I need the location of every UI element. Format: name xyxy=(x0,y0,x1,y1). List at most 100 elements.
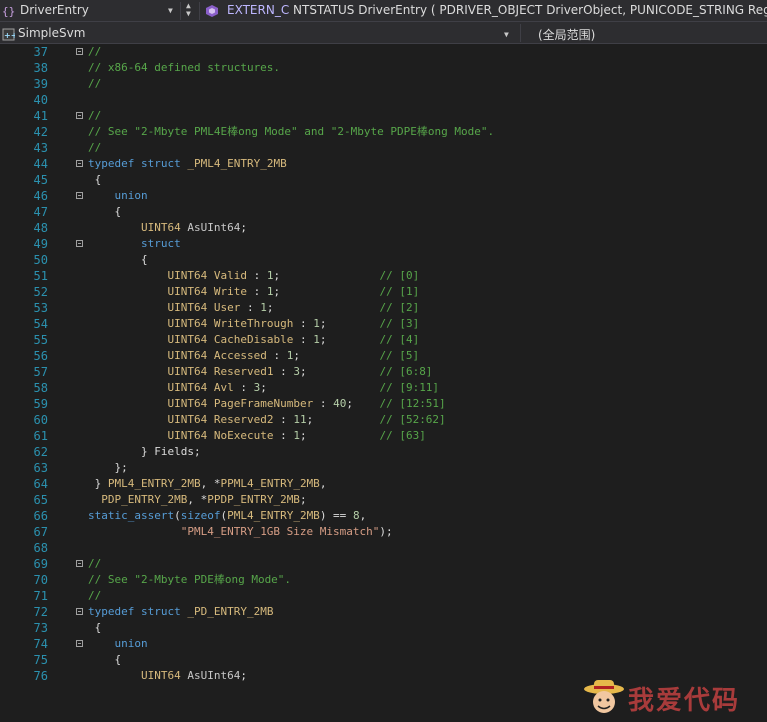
code-line[interactable]: 48 UINT64 AsUInt64; xyxy=(0,220,767,236)
code-line[interactable]: 51 UINT64 Valid : 1; // [0] xyxy=(0,268,767,284)
project-dropdown[interactable]: SimpleSvm xyxy=(18,26,85,40)
line-number: 76 xyxy=(33,669,48,683)
code-line[interactable]: 59 UINT64 PageFrameNumber : 40; // [12:5… xyxy=(0,396,767,412)
code-text: union xyxy=(114,189,148,202)
line-number: 75 xyxy=(33,653,48,667)
code-line[interactable]: 61 UINT64 NoExecute : 1; // [63] xyxy=(0,428,767,444)
code-line[interactable]: 53 UINT64 User : 1; // [2] xyxy=(0,300,767,316)
code-line[interactable]: 47 { xyxy=(0,204,767,220)
code-line[interactable]: 67 "PML4_ENTRY_1GB Size Mismatch"); xyxy=(0,524,767,540)
line-number: 69 xyxy=(33,557,48,571)
code-line[interactable]: 63 }; xyxy=(0,460,767,476)
line-number: 59 xyxy=(33,397,48,411)
code-line[interactable]: 43 // xyxy=(0,140,767,156)
code-line[interactable]: 55 UINT64 CacheDisable : 1; // [4] xyxy=(0,332,767,348)
code-line[interactable]: 46 union xyxy=(0,188,767,204)
code-line[interactable]: 57 UINT64 Reserved1 : 3; // [6:8] xyxy=(0,364,767,380)
collapse-icon[interactable] xyxy=(76,112,83,119)
code-line[interactable]: 42 // See "2-Mbyte PML4E棒ong Mode" and "2… xyxy=(0,124,767,140)
code-line[interactable]: 73 { xyxy=(0,620,767,636)
code-line[interactable]: 50 { xyxy=(0,252,767,268)
code-line[interactable]: 45 { xyxy=(0,172,767,188)
project-bar: ++ SimpleSvm ▼ (全局范围) xyxy=(0,22,767,44)
code-line[interactable]: 40 xyxy=(0,92,767,108)
collapse-icon[interactable] xyxy=(76,240,83,247)
code-line[interactable]: 44 typedef struct _PML4_ENTRY_2MB xyxy=(0,156,767,172)
line-number: 58 xyxy=(33,381,48,395)
code-line[interactable]: 58 UINT64 Avl : 3; // [9:11] xyxy=(0,380,767,396)
code-text: // xyxy=(88,77,102,90)
line-number: 74 xyxy=(33,637,48,651)
code-text: UINT64 Valid : 1; // [0] xyxy=(167,269,420,282)
line-number: 64 xyxy=(33,477,48,491)
line-number: 46 xyxy=(33,189,48,203)
project-dropdown-arrow[interactable]: ▼ xyxy=(504,30,509,39)
code-line[interactable]: 54 UINT64 WriteThrough : 1; // [3] xyxy=(0,316,767,332)
scroll-up-down-icon[interactable]: ▲ ▼ xyxy=(186,2,191,18)
code-text: UINT64 Reserved1 : 3; // [6:8] xyxy=(167,365,433,378)
code-line[interactable]: 62 } Fields; xyxy=(0,444,767,460)
code-text: UINT64 NoExecute : 1; // [63] xyxy=(167,429,426,442)
line-number: 71 xyxy=(33,589,48,603)
signature-macro: EXTERN_C xyxy=(227,3,290,17)
line-number: 72 xyxy=(33,605,48,619)
code-line[interactable]: 39 // xyxy=(0,76,767,92)
code-line[interactable]: 69 // xyxy=(0,556,767,572)
code-line[interactable]: 41 // xyxy=(0,108,767,124)
code-line[interactable]: 74 union xyxy=(0,636,767,652)
line-number: 41 xyxy=(33,109,48,123)
code-line[interactable]: 66 static_assert(sizeof(PML4_ENTRY_2MB) =… xyxy=(0,508,767,524)
code-line[interactable]: 49 struct xyxy=(0,236,767,252)
scope-dropdown[interactable]: DriverEntry xyxy=(20,3,89,17)
collapse-icon[interactable] xyxy=(76,160,83,167)
code-text: UINT64 Avl : 3; // [9:11] xyxy=(167,381,440,394)
line-number: 49 xyxy=(33,237,48,251)
code-text: UINT64 WriteThrough : 1; // [3] xyxy=(167,317,420,330)
collapse-icon[interactable] xyxy=(76,640,83,647)
code-text: typedef struct _PD_ENTRY_2MB xyxy=(88,605,274,618)
signature-return-type: NTSTATUS xyxy=(293,3,355,17)
code-line[interactable]: 37 // xyxy=(0,44,767,60)
code-line[interactable]: 71 // xyxy=(0,588,767,604)
line-number: 45 xyxy=(33,173,48,187)
code-text: UINT64 AsUInt64; xyxy=(140,669,247,682)
code-text: UINT64 AsUInt64; xyxy=(140,221,247,234)
code-text: UINT64 Reserved2 : 11; // [52:62] xyxy=(167,413,446,426)
code-editor[interactable]: 37//38// x86-64 defined structures. 39 // 4… xyxy=(0,44,767,716)
code-text: struct xyxy=(140,237,181,250)
line-number: 73 xyxy=(33,621,48,635)
code-text: // See "2-Mbyte PDE棒ong Mode". xyxy=(88,573,292,586)
code-line[interactable]: 72 typedef struct _PD_ENTRY_2MB xyxy=(0,604,767,620)
svg-text:{}: {} xyxy=(2,5,15,18)
line-number: 50 xyxy=(33,253,48,267)
code-line[interactable]: 52 UINT64 Write : 1; // [1] xyxy=(0,284,767,300)
code-line[interactable]: 65 PDP_ENTRY_2MB, *PPDP_ENTRY_2MB; xyxy=(0,492,767,508)
scope-dropdown-arrow[interactable]: ▼ xyxy=(168,6,173,15)
code-text: } PML4_ENTRY_2MB, *PPML4_ENTRY_2MB, xyxy=(88,477,327,490)
line-number: 44 xyxy=(33,157,48,171)
collapse-icon[interactable] xyxy=(76,608,83,615)
code-line[interactable]: 38 // x86-64 defined structures. xyxy=(0,60,767,76)
code-text: // See "2-Mbyte PML4E棒ong Mode" and "2-M… xyxy=(88,125,495,138)
collapse-icon[interactable] xyxy=(76,48,83,55)
code-text: { xyxy=(88,621,102,634)
code-line[interactable]: 56 UINT64 Accessed : 1; // [5] xyxy=(0,348,767,364)
collapse-icon[interactable] xyxy=(76,192,83,199)
code-text: UINT64 User : 1; // [2] xyxy=(167,301,420,314)
line-number: 67 xyxy=(33,525,48,539)
code-text: UINT64 PageFrameNumber : 40; // [12:51] xyxy=(167,397,446,410)
code-line[interactable]: 75 { xyxy=(0,652,767,668)
global-scope-dropdown[interactable]: (全局范围) xyxy=(538,26,595,43)
line-number: 53 xyxy=(33,301,48,315)
code-line[interactable]: 68 xyxy=(0,540,767,556)
line-number: 63 xyxy=(33,461,48,475)
code-line[interactable]: 64 } PML4_ENTRY_2MB, *PPML4_ENTRY_2MB, xyxy=(0,476,767,492)
straw-hat-icon xyxy=(584,680,624,713)
code-line[interactable]: 60 UINT64 Reserved2 : 11; // [52:62] xyxy=(0,412,767,428)
line-number: 43 xyxy=(33,141,48,155)
collapse-icon[interactable] xyxy=(76,560,83,567)
code-line[interactable]: 70 // See "2-Mbyte PDE棒ong Mode". xyxy=(0,572,767,588)
code-text: // x86-64 defined structures. xyxy=(88,61,281,74)
function-signature[interactable]: EXTERN_C NTSTATUS DriverEntry ( PDRIVER_… xyxy=(227,3,767,17)
line-number: 39 xyxy=(33,77,48,91)
